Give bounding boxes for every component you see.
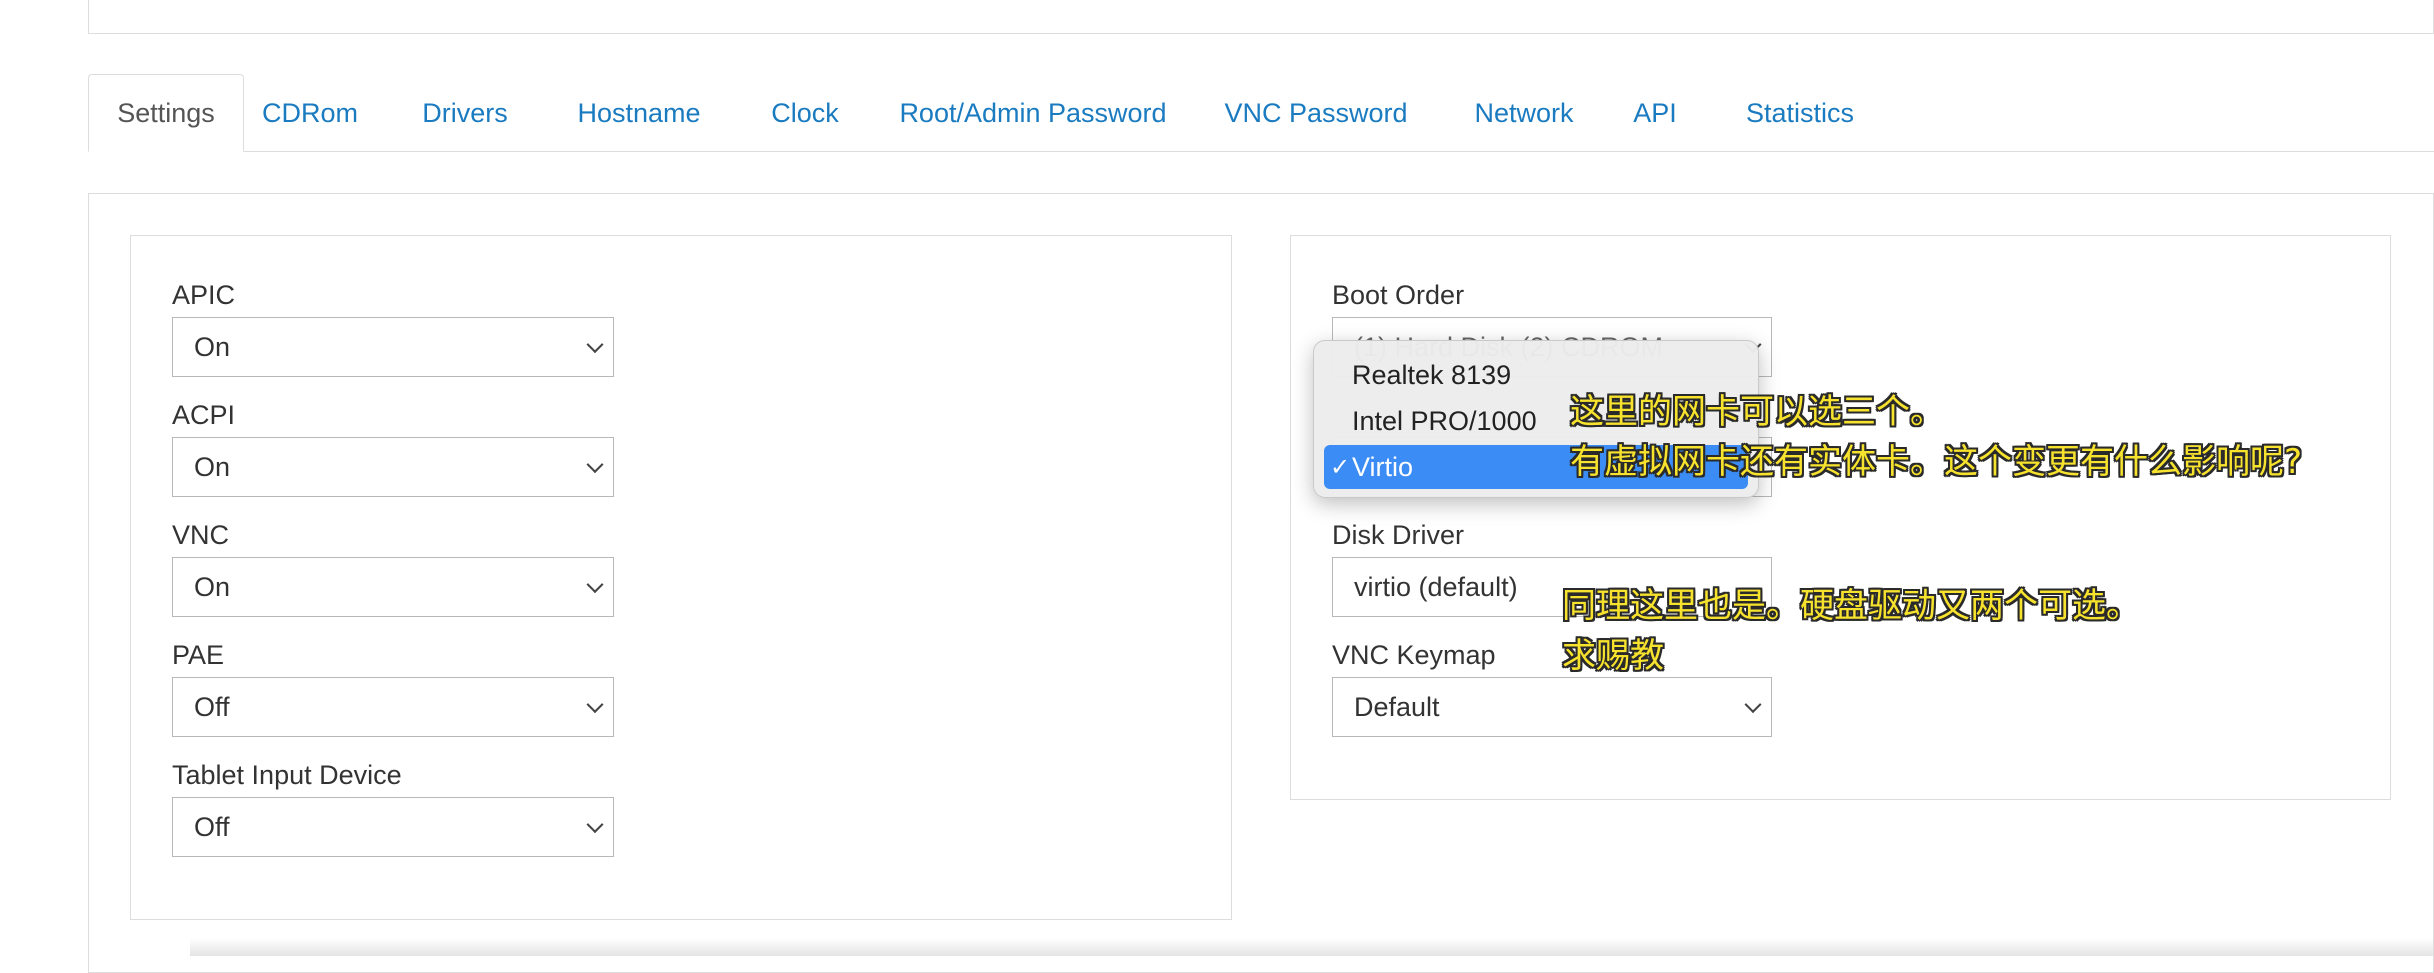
chevron-down-icon	[586, 456, 604, 474]
pae-label: PAE	[172, 640, 225, 670]
apic-value: On	[194, 331, 231, 362]
vnc-keymap-select[interactable]: Default	[1332, 677, 1772, 737]
disk-driver-value: virtio (default)	[1354, 571, 1518, 602]
vnc-value: On	[194, 571, 231, 602]
apic-select[interactable]: On	[172, 317, 614, 377]
vnc-select[interactable]: On	[172, 557, 614, 617]
top-panel	[88, 0, 2434, 34]
tab-vnc-password[interactable]: VNC Password	[1218, 74, 1414, 152]
annotation-disk-line1: 同理这里也是。硬盘驱动又两个可选。	[1562, 586, 2140, 626]
tab-clock[interactable]: Clock	[760, 74, 850, 152]
chevron-down-icon	[586, 816, 604, 834]
tablet-input-label: Tablet Input Device	[172, 760, 402, 790]
chevron-down-icon	[1744, 696, 1762, 714]
acpi-label: ACPI	[172, 400, 236, 430]
tab-root-admin-password[interactable]: Root/Admin Password	[881, 74, 1185, 152]
tab-cdrom[interactable]: CDRom	[251, 74, 369, 152]
tablet-input-value: Off	[194, 811, 230, 842]
chevron-down-icon	[586, 336, 604, 354]
tab-bar: Settings CDRom Drivers Hostname Clock Ro…	[88, 74, 2434, 152]
nic-option-virtio-label: Virtio	[1352, 451, 1414, 482]
vnc-keymap-label: VNC Keymap	[1332, 640, 1496, 670]
tablet-input-select[interactable]: Off	[172, 797, 614, 857]
acpi-select[interactable]: On	[172, 437, 614, 497]
boot-order-label: Boot Order	[1332, 280, 1465, 310]
chevron-down-icon	[586, 576, 604, 594]
disk-driver-label: Disk Driver	[1332, 520, 1464, 550]
vnc-label: VNC	[172, 520, 230, 550]
vnc-keymap-value: Default	[1354, 691, 1440, 722]
acpi-value: On	[194, 451, 231, 482]
apic-label: APIC	[172, 280, 236, 310]
tab-hostname[interactable]: Hostname	[570, 74, 708, 152]
pae-select[interactable]: Off	[172, 677, 614, 737]
tab-settings[interactable]: Settings	[88, 74, 244, 152]
tab-api[interactable]: API	[1624, 74, 1686, 152]
bottom-shadow	[190, 938, 2434, 956]
checkmark-icon: ✓	[1330, 453, 1351, 481]
annotation-nic-line1: 这里的网卡可以选三个。	[1570, 392, 1944, 432]
pae-value: Off	[194, 691, 230, 722]
tab-statistics[interactable]: Statistics	[1725, 74, 1875, 152]
tab-drivers[interactable]: Drivers	[414, 74, 516, 152]
annotation-disk-line2: 求赐教	[1562, 636, 1664, 676]
tab-network[interactable]: Network	[1464, 74, 1584, 152]
chevron-down-icon	[586, 696, 604, 714]
annotation-nic-line2: 有虚拟网卡还有实体卡。这个变更有什么影响呢?	[1570, 442, 2303, 482]
